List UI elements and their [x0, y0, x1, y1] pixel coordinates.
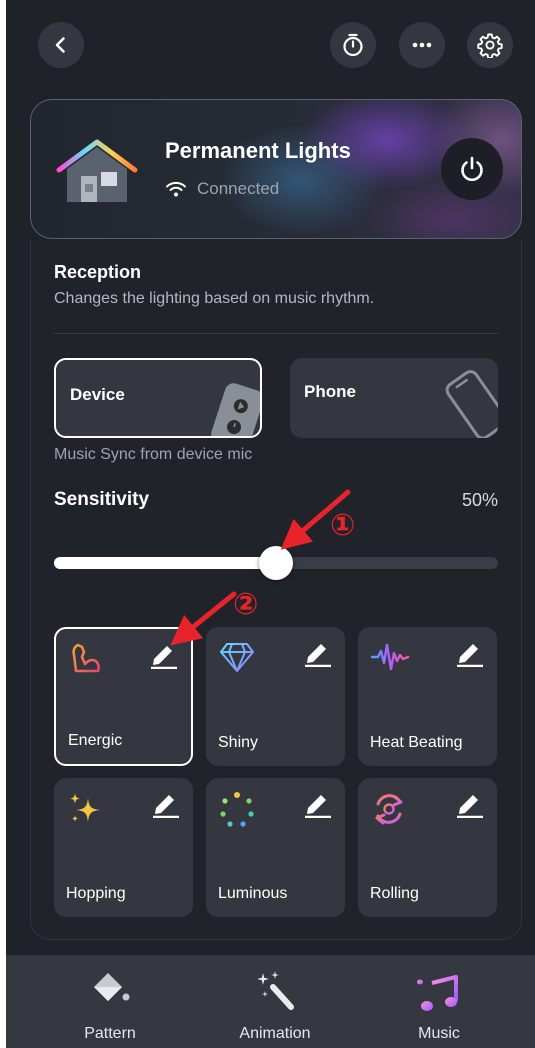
more-button[interactable]: [399, 22, 445, 68]
mode-label: Energic: [68, 732, 123, 749]
wifi-icon: [166, 181, 186, 197]
nav-label: Music: [418, 1025, 460, 1042]
edit-icon[interactable]: [303, 790, 333, 818]
more-icon: [412, 42, 432, 48]
waveform-icon: [370, 643, 410, 671]
paint-bucket-icon: [94, 973, 130, 1001]
mode-luminous[interactable]: Luminous: [206, 778, 345, 917]
phone-icon: [445, 370, 498, 438]
flexed-arm-icon: [72, 643, 100, 673]
nav-pattern[interactable]: Pattern: [40, 955, 180, 1048]
device-card[interactable]: Permanent Lights Connected: [30, 99, 522, 239]
music-sync-screen: Permanent Lights Connected Reception Cha…: [6, 0, 535, 1048]
timer-button[interactable]: [330, 22, 376, 68]
source-device-card[interactable]: Device: [54, 358, 262, 438]
edit-icon[interactable]: [149, 641, 179, 669]
slider-fill: [54, 557, 276, 569]
edit-icon[interactable]: [151, 790, 181, 818]
mode-hopping[interactable]: Hopping: [54, 778, 193, 917]
magic-wand-icon: [257, 971, 294, 1010]
connection-status: Connected: [197, 179, 280, 198]
house-icon: [56, 139, 138, 202]
bottom-nav: Pattern Animation Music: [6, 955, 535, 1048]
settings-button[interactable]: [467, 22, 513, 68]
divider: [54, 333, 498, 334]
back-button[interactable]: [38, 22, 84, 68]
source-phone-label: Phone: [304, 382, 356, 401]
sensitivity-label: Sensitivity: [54, 489, 150, 510]
sensitivity-slider[interactable]: [54, 546, 498, 580]
annotation-number-2: ②: [233, 587, 259, 622]
settings-gear-icon: [477, 33, 503, 58]
diamond-icon: [220, 643, 254, 672]
edit-icon[interactable]: [303, 639, 333, 667]
mode-heat-beating[interactable]: Heat Beating: [358, 627, 497, 766]
mode-label: Shiny: [218, 734, 259, 751]
mode-label: Rolling: [370, 885, 419, 902]
sparkles-icon: [70, 793, 100, 822]
annotation-number-1: ①: [330, 508, 356, 543]
device-remote-icon: [211, 383, 260, 436]
source-phone-card[interactable]: Phone: [290, 358, 498, 438]
source-note: Music Sync from device mic: [54, 446, 253, 463]
power-button[interactable]: [441, 138, 503, 200]
music-notes-icon: [417, 971, 458, 1011]
timer-icon: [343, 33, 363, 57]
edit-icon[interactable]: [455, 639, 485, 667]
rotate-arrows-icon: [375, 794, 403, 825]
nav-label: Pattern: [84, 1025, 136, 1042]
mode-label: Heat Beating: [370, 734, 463, 751]
source-device-label: Device: [70, 385, 125, 404]
reception-description: Changes the lighting based on music rhyt…: [54, 290, 375, 307]
mode-shiny[interactable]: Shiny: [206, 627, 345, 766]
dots-circle-icon: [220, 792, 254, 827]
chevron-left-icon: [55, 37, 65, 53]
mode-energic[interactable]: Energic: [54, 627, 193, 766]
mode-label: Luminous: [218, 885, 288, 902]
nav-label: Animation: [239, 1025, 311, 1042]
edit-icon[interactable]: [455, 790, 485, 818]
device-name: Permanent Lights: [165, 138, 351, 163]
nav-music[interactable]: Music: [369, 955, 509, 1048]
reception-title: Reception: [54, 262, 142, 282]
power-icon: [461, 156, 483, 181]
mode-rolling[interactable]: Rolling: [358, 778, 497, 917]
mode-label: Hopping: [66, 885, 126, 902]
slider-thumb[interactable]: [259, 546, 293, 580]
sensitivity-value: 50%: [461, 490, 498, 510]
nav-animation[interactable]: Animation: [205, 955, 345, 1048]
